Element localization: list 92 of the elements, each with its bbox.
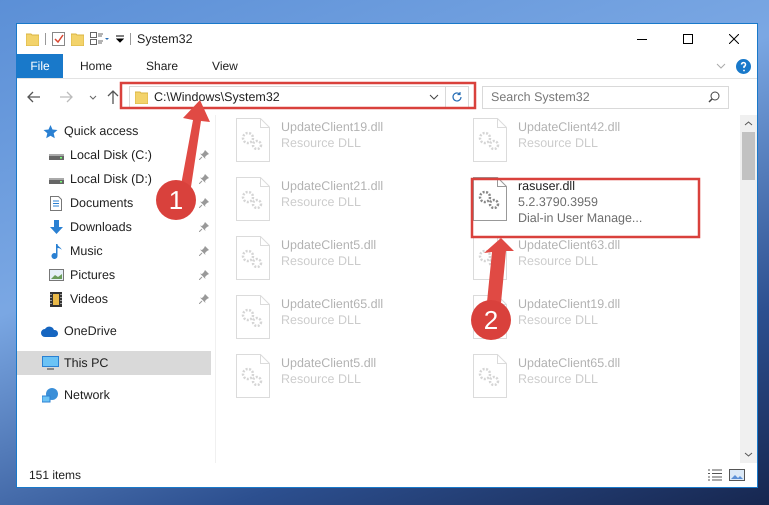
file-name: UpdateClient19.dll bbox=[518, 296, 620, 312]
address-field[interactable]: C:\Windows\System32 bbox=[129, 86, 469, 108]
network-icon bbox=[42, 388, 58, 402]
properties-icon[interactable] bbox=[52, 32, 65, 46]
back-arrow-icon[interactable] bbox=[27, 91, 41, 103]
ribbon-tab[interactable]: Home bbox=[63, 54, 130, 78]
dropdown-icon[interactable] bbox=[116, 35, 124, 43]
sidebar-label: Documents bbox=[70, 194, 134, 212]
ribbon-tab[interactable]: View bbox=[195, 54, 255, 78]
sidebar-item[interactable]: Videos bbox=[17, 287, 153, 311]
scroll-down-icon[interactable] bbox=[744, 452, 753, 457]
scroll-up-icon[interactable] bbox=[744, 121, 753, 126]
dll-file-icon bbox=[236, 236, 270, 280]
sidebar-label: Pictures bbox=[70, 266, 116, 284]
sidebar-label: Music bbox=[70, 242, 103, 260]
film-icon bbox=[50, 292, 62, 306]
file-name: UpdateClient63.dll bbox=[518, 237, 620, 253]
item-count: 151 items bbox=[29, 467, 82, 484]
sidebar-item[interactable]: Documents bbox=[17, 191, 153, 215]
sidebar-label: Local Disk (D:) bbox=[70, 170, 152, 188]
file-name: UpdateClient65.dll bbox=[518, 355, 620, 371]
picture-icon bbox=[48, 269, 64, 281]
pin-icon[interactable] bbox=[199, 174, 209, 184]
large-icons-view-icon[interactable] bbox=[729, 469, 745, 481]
address-path: C:\Windows\System32 bbox=[154, 88, 280, 106]
sidebar-item[interactable]: Downloads bbox=[17, 215, 153, 239]
file-detail: 5.2.3790.3959 bbox=[518, 194, 599, 210]
file-detail: Dial-in User Manage... bbox=[518, 210, 642, 226]
computer-icon bbox=[42, 356, 58, 370]
pin-icon[interactable] bbox=[199, 222, 209, 232]
view-options-icon[interactable] bbox=[90, 32, 110, 46]
dll-file-icon bbox=[473, 354, 507, 398]
pin-icon[interactable] bbox=[199, 270, 209, 280]
download-arrow-icon bbox=[48, 220, 64, 234]
ribbon-tab[interactable]: Share bbox=[129, 54, 196, 78]
search-input[interactable]: Search System32 bbox=[491, 88, 708, 106]
step-number-badge: 1 bbox=[156, 180, 196, 220]
sidebar-label: Videos bbox=[70, 290, 108, 308]
step-number-badge: 2 bbox=[471, 300, 511, 340]
dll-file-icon bbox=[236, 177, 270, 221]
file-name: UpdateClient65.dll bbox=[281, 296, 384, 312]
document-icon bbox=[50, 196, 62, 210]
sidebar-item[interactable]: Pictures bbox=[17, 263, 153, 287]
minimize-icon bbox=[637, 38, 647, 40]
pin-icon[interactable] bbox=[199, 294, 209, 304]
sidebar-label: Local Disk (C:) bbox=[70, 146, 152, 164]
star-icon bbox=[42, 124, 58, 138]
sidebar-item[interactable]: OneDrive bbox=[17, 319, 211, 343]
sidebar-label: This PC bbox=[64, 354, 108, 372]
pin-icon[interactable] bbox=[199, 198, 209, 208]
dropdown-icon[interactable] bbox=[429, 94, 439, 100]
cloud-icon bbox=[41, 326, 59, 336]
scrollbar-thumb[interactable] bbox=[742, 132, 755, 180]
folder-icon bbox=[135, 90, 148, 104]
chevron-down-icon[interactable] bbox=[716, 63, 726, 69]
dll-file-icon bbox=[473, 177, 507, 221]
details-view-icon[interactable] bbox=[707, 469, 723, 481]
file-name: UpdateClient5.dll bbox=[281, 355, 376, 371]
window-title: System32 bbox=[137, 30, 193, 48]
sidebar-item[interactable]: Local Disk (D:) bbox=[17, 167, 153, 191]
sidebar-item[interactable]: Quick access bbox=[17, 119, 153, 143]
sidebar-label: OneDrive bbox=[64, 322, 117, 340]
search-field[interactable]: Search System32 bbox=[482, 86, 729, 108]
close-icon bbox=[729, 34, 739, 44]
file-name: UpdateClient21.dll bbox=[281, 178, 384, 194]
file-name: UpdateClient42.dll bbox=[518, 119, 620, 135]
dll-file-icon bbox=[236, 354, 270, 398]
sidebar-item[interactable]: Local Disk (C:) bbox=[17, 143, 153, 167]
file-tab[interactable]: File bbox=[17, 54, 63, 78]
refresh-icon[interactable] bbox=[451, 91, 463, 103]
sidebar-item[interactable]: This PC bbox=[17, 351, 211, 375]
up-arrow-icon[interactable] bbox=[107, 90, 119, 104]
sidebar-label: Quick access bbox=[64, 122, 138, 140]
file-name: UpdateClient5.dll bbox=[281, 237, 376, 253]
dll-file-icon bbox=[473, 118, 507, 162]
file-name: UpdateClient19.dll bbox=[281, 119, 384, 135]
sidebar-label: Downloads bbox=[70, 218, 132, 236]
pointer-arrow bbox=[484, 238, 514, 303]
pin-icon[interactable] bbox=[199, 246, 209, 256]
sidebar-label: Network bbox=[64, 386, 110, 404]
pin-icon[interactable] bbox=[199, 150, 209, 160]
help-icon[interactable] bbox=[736, 58, 751, 74]
maximize-icon bbox=[683, 34, 693, 44]
dll-file-icon bbox=[236, 295, 270, 339]
dll-file-icon bbox=[236, 118, 270, 162]
recent-dropdown-icon[interactable] bbox=[89, 94, 97, 100]
music-note-icon bbox=[50, 244, 62, 258]
sidebar-item[interactable]: Music bbox=[17, 239, 153, 263]
search-icon bbox=[708, 91, 720, 103]
sidebar-item[interactable]: Network bbox=[17, 383, 211, 407]
scrollbar[interactable] bbox=[740, 115, 757, 463]
file-name: rasuser.dll bbox=[518, 178, 576, 194]
